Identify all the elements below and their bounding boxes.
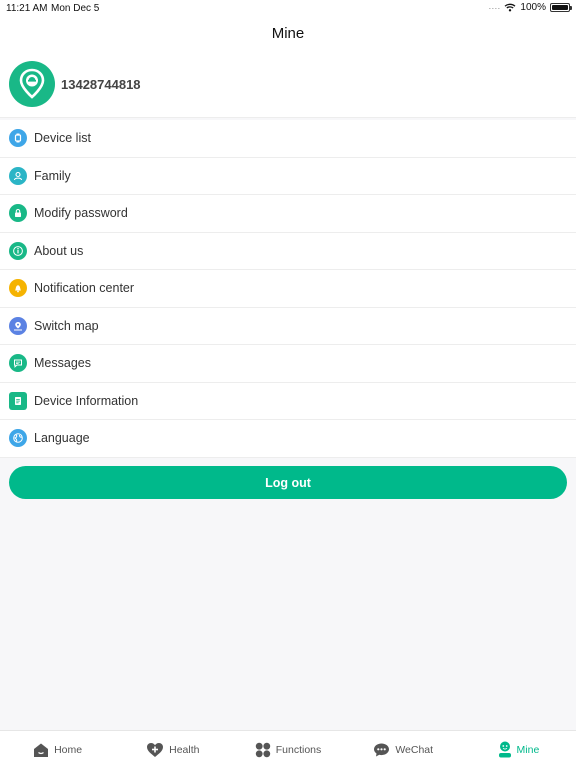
- tab-functions[interactable]: Functions: [230, 731, 345, 768]
- menu-item-label: Modify password: [34, 206, 128, 221]
- menu-item-family[interactable]: Family: [0, 158, 576, 195]
- status-time: 11:21 AM: [6, 3, 48, 14]
- nav-bar: Mine: [0, 18, 576, 50]
- message-icon: [9, 354, 27, 373]
- bell-icon: [9, 279, 27, 298]
- menu-item-messages[interactable]: Messages: [0, 345, 576, 383]
- battery-icon: [550, 3, 572, 12]
- menu-item-label: Device Information: [34, 393, 139, 408]
- profile-header[interactable]: 13428744818: [0, 50, 576, 118]
- menu-item-device-information[interactable]: Device Information: [0, 383, 576, 420]
- map-icon: [9, 316, 27, 335]
- person-icon: [9, 166, 27, 185]
- tab-label: Health: [169, 743, 200, 756]
- menu-item-label: Switch map: [34, 318, 99, 333]
- menu-item-notification-center[interactable]: Notification center: [0, 270, 576, 308]
- lock-icon: [9, 204, 27, 223]
- tab-label: Mine: [516, 743, 540, 756]
- avatar[interactable]: [9, 61, 55, 107]
- page-title: Mine: [271, 25, 305, 42]
- status-indicators: ···· 100%: [488, 2, 572, 13]
- globe-icon: [9, 429, 27, 448]
- tab-bar: Home Health Functions WeChat Mine: [0, 730, 576, 768]
- menu-item-language[interactable]: Language: [0, 420, 576, 458]
- tab-home[interactable]: Home: [0, 731, 115, 768]
- phone-number: 13428744818: [61, 77, 141, 92]
- heart-plus-icon: [146, 742, 164, 758]
- tab-label: Functions: [275, 743, 322, 756]
- tab-wechat[interactable]: WeChat: [346, 731, 461, 768]
- grid-icon: [255, 742, 271, 758]
- document-icon: [9, 391, 27, 410]
- tab-health[interactable]: Health: [115, 731, 230, 768]
- menu-item-about-us[interactable]: About us: [0, 233, 576, 270]
- chat-icon: [373, 742, 390, 758]
- signal-icon: ····: [488, 2, 501, 13]
- menu-item-label: Family: [34, 168, 71, 183]
- logout-button[interactable]: Log out: [9, 466, 567, 499]
- wifi-icon: [504, 3, 516, 12]
- info-icon: [9, 241, 27, 260]
- menu-item-label: Language: [34, 431, 90, 446]
- tab-label: WeChat: [395, 743, 434, 756]
- menu-list: Device list Family Modify password About…: [0, 120, 576, 458]
- menu-item-label: Notification center: [34, 281, 135, 296]
- menu-item-label: About us: [34, 243, 84, 258]
- menu-item-modify-password[interactable]: Modify password: [0, 195, 576, 233]
- tab-mine[interactable]: Mine: [461, 731, 576, 768]
- status-date: Mon Dec 5: [51, 3, 100, 14]
- menu-item-label: Messages: [34, 356, 91, 371]
- tab-label: Home: [54, 743, 83, 756]
- home-icon: [33, 742, 49, 758]
- menu-item-switch-map[interactable]: Switch map: [0, 308, 576, 345]
- status-bar: 11:21 AM Mon Dec 5 ···· 100%: [0, 0, 576, 18]
- watch-icon: [9, 129, 27, 148]
- battery-percent: 100%: [520, 2, 546, 13]
- menu-item-device-list[interactable]: Device list: [0, 120, 576, 158]
- user-icon: [498, 741, 512, 758]
- location-pin-icon: [19, 68, 45, 99]
- menu-item-label: Device list: [34, 131, 91, 146]
